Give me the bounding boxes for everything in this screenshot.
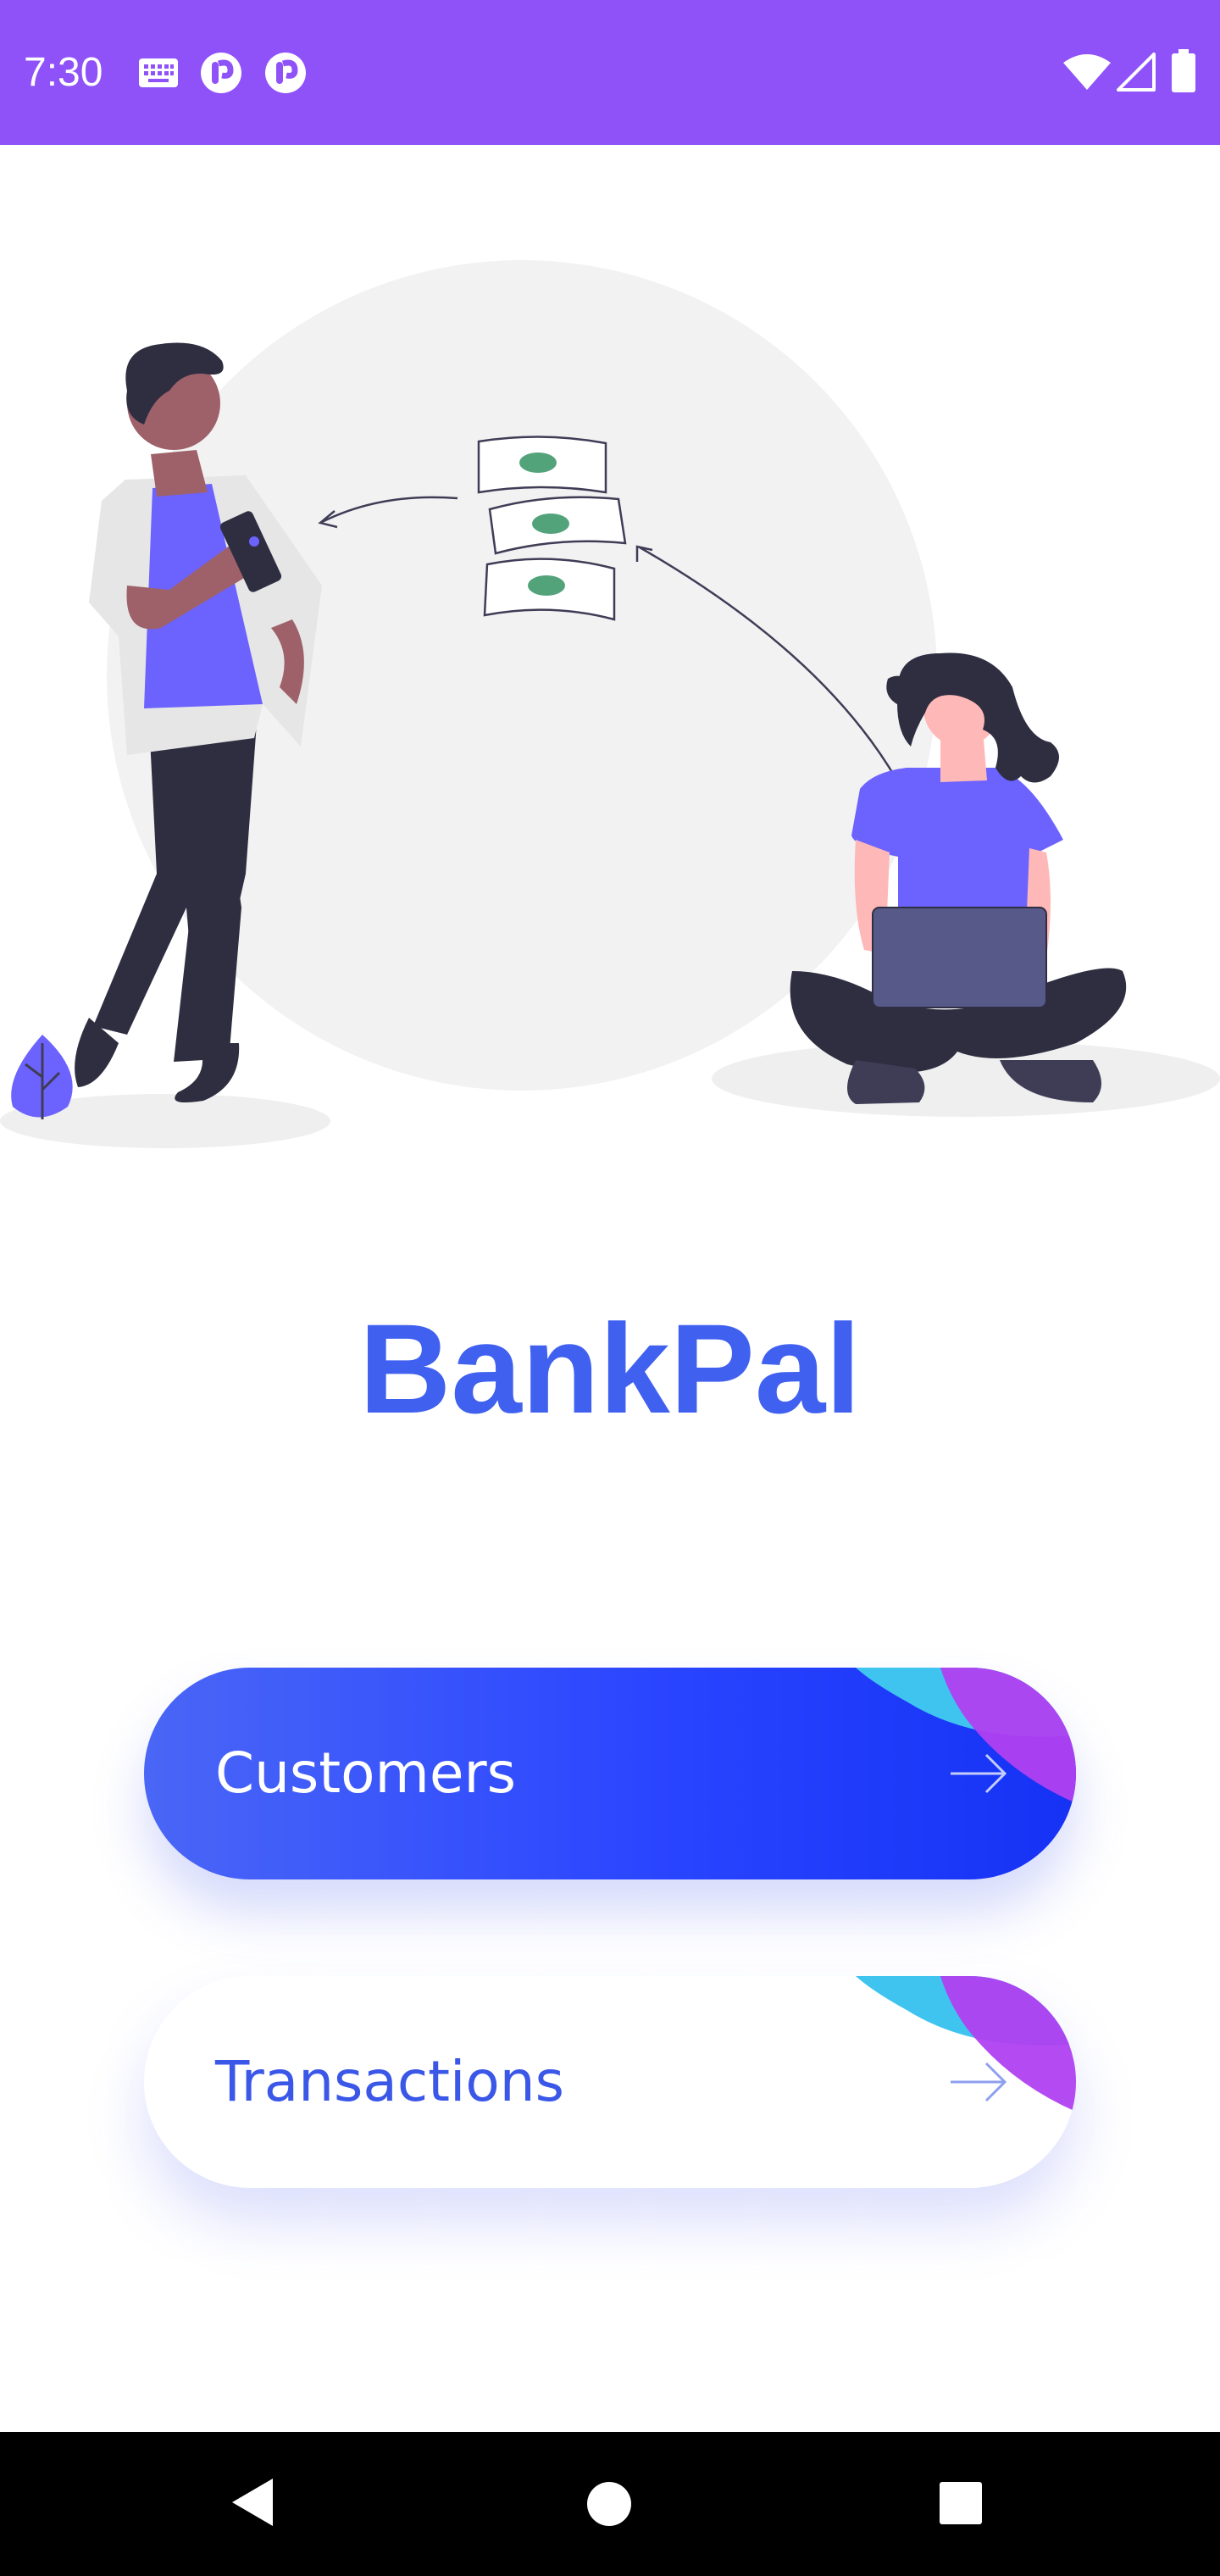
app-title: BankPal xyxy=(359,1297,861,1440)
app-notification-icon xyxy=(201,53,241,93)
recents-icon[interactable] xyxy=(939,2481,983,2525)
arrow-right-icon xyxy=(951,1753,1007,1794)
app-notification-icon xyxy=(265,53,306,93)
leaf-icon xyxy=(11,1035,73,1119)
system-navigation-bar xyxy=(0,2432,1220,2576)
home-icon[interactable] xyxy=(586,2481,632,2527)
cellular-signal-icon xyxy=(1117,53,1156,92)
transactions-button[interactable]: Transactions xyxy=(144,1976,1076,2188)
status-bar: 7:30 xyxy=(0,0,1220,145)
customers-button[interactable]: Customers xyxy=(144,1668,1076,1879)
customers-button-label: Customers xyxy=(215,1740,516,1806)
keyboard-icon xyxy=(139,58,178,87)
wifi-icon xyxy=(1063,54,1111,90)
money-transfer-illustration xyxy=(0,260,1220,1148)
money-icon xyxy=(477,436,627,621)
arrow-right-icon xyxy=(951,2062,1007,2102)
battery-icon xyxy=(1172,49,1195,92)
status-time: 7:30 xyxy=(24,50,103,95)
back-icon[interactable] xyxy=(230,2477,276,2528)
transactions-button-label: Transactions xyxy=(215,2049,564,2114)
laptop-icon xyxy=(872,907,1047,1008)
